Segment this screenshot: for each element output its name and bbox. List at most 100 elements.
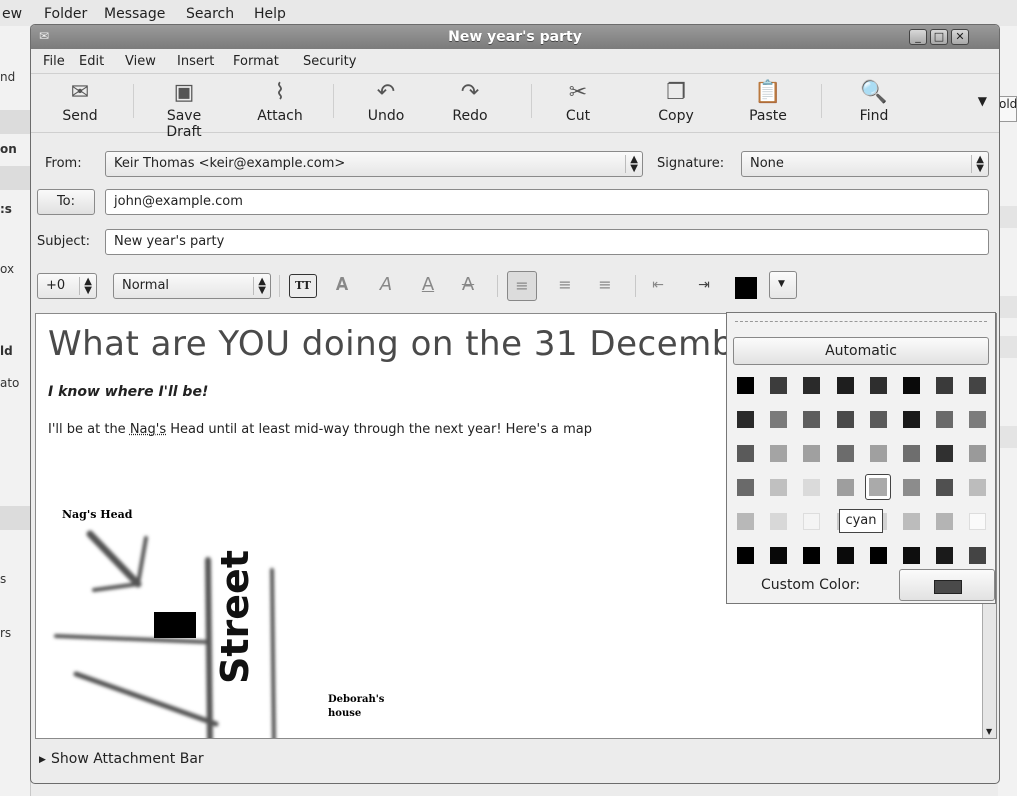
color-swatch[interactable] — [869, 445, 887, 462]
color-swatch[interactable] — [770, 479, 788, 496]
tear-off-line[interactable] — [735, 321, 987, 322]
attachment-bar-toggle[interactable]: ▶ Show Attachment Bar — [31, 745, 999, 775]
send-button[interactable]: ✉ Send — [45, 80, 115, 124]
outdent-icon[interactable]: ⇤ — [645, 271, 671, 299]
menu-insert[interactable]: Insert — [177, 54, 214, 69]
automatic-color-button[interactable]: Automatic — [733, 337, 989, 365]
color-swatch[interactable] — [869, 377, 887, 394]
align-right-icon[interactable]: ≡ — [591, 271, 619, 299]
scroll-down-arrow-icon[interactable]: ▼ — [986, 727, 992, 736]
color-swatch[interactable] — [936, 479, 954, 496]
text-size-icon[interactable]: TT — [289, 274, 317, 298]
color-swatch[interactable] — [803, 377, 821, 394]
bg-menu-search[interactable]: Search — [186, 6, 234, 22]
menu-edit[interactable]: Edit — [79, 54, 104, 69]
to-button[interactable]: To: — [37, 189, 95, 215]
color-swatch[interactable] — [836, 479, 854, 496]
color-swatch[interactable] — [869, 411, 887, 428]
color-swatch[interactable] — [936, 445, 954, 462]
color-swatch[interactable] — [936, 513, 954, 530]
color-swatch[interactable] — [903, 479, 920, 496]
color-swatch[interactable] — [903, 377, 920, 394]
color-swatch[interactable] — [969, 547, 987, 564]
color-swatch[interactable] — [803, 547, 821, 564]
color-swatch[interactable] — [936, 411, 954, 428]
maximize-button[interactable]: □ — [930, 29, 948, 45]
text-color-swatch[interactable] — [735, 277, 757, 299]
to-field[interactable]: john@example.com — [105, 189, 989, 215]
save-draft-button[interactable]: ▣ Save Draft — [149, 80, 219, 140]
indent-icon[interactable]: ⇥ — [691, 271, 717, 299]
bg-menu-folder[interactable]: Folder — [44, 6, 87, 22]
color-swatch[interactable] — [836, 547, 854, 564]
color-swatch[interactable] — [770, 377, 788, 394]
building — [154, 612, 196, 638]
color-swatch[interactable] — [936, 377, 954, 394]
color-swatch[interactable] — [836, 411, 854, 428]
color-swatch[interactable] — [903, 547, 920, 564]
bold-a-icon[interactable]: 𝐀 — [329, 271, 355, 299]
color-swatch[interactable] — [869, 547, 887, 564]
color-swatch[interactable] — [969, 411, 987, 428]
strikethrough-a-icon[interactable]: A — [455, 271, 481, 299]
bg-menu-help[interactable]: Help — [254, 6, 286, 22]
find-button[interactable]: 🔍 Find — [839, 80, 909, 124]
redo-button[interactable]: ↷ Redo — [435, 80, 505, 124]
font-size-select[interactable]: +0 ▲ ▼ — [37, 273, 97, 299]
toolbar-overflow-chevron-icon[interactable]: ▼ — [978, 94, 987, 108]
map-label-house: house — [328, 708, 361, 719]
menu-security[interactable]: Security — [303, 54, 356, 69]
paragraph-end: Head until at least mid-way through the … — [166, 422, 592, 437]
paragraph-style-select[interactable]: Normal ▲ ▼ — [113, 273, 271, 299]
color-swatch[interactable] — [836, 377, 854, 394]
color-swatch[interactable] — [969, 513, 987, 530]
color-swatch[interactable] — [803, 445, 821, 462]
title-bar[interactable]: ✉ New year's party _ □ ✕ — [31, 25, 999, 49]
italic-a-icon[interactable]: A — [373, 271, 399, 299]
align-left-icon[interactable]: ≡ — [507, 271, 537, 301]
signature-select[interactable]: None ▲ ▼ — [741, 151, 989, 177]
color-swatch[interactable] — [770, 411, 788, 428]
color-swatch[interactable] — [737, 411, 754, 428]
menu-view[interactable]: View — [125, 54, 156, 69]
copy-button[interactable]: ❐ Copy — [641, 80, 711, 124]
color-swatch[interactable] — [803, 479, 821, 496]
color-swatch[interactable] — [864, 474, 891, 500]
color-swatch[interactable] — [969, 479, 987, 496]
color-swatch[interactable] — [836, 445, 854, 462]
from-select[interactable]: Keir Thomas <keir@example.com> ▲ ▼ — [105, 151, 643, 177]
cut-button[interactable]: ✂ Cut — [543, 80, 613, 124]
color-swatch[interactable] — [903, 445, 920, 462]
menu-file[interactable]: File — [43, 54, 65, 69]
color-swatch[interactable] — [770, 547, 788, 564]
minimize-button[interactable]: _ — [909, 29, 927, 45]
subject-field[interactable]: New year's party — [105, 229, 989, 255]
color-swatch[interactable] — [737, 513, 754, 530]
menu-format[interactable]: Format — [233, 54, 279, 69]
color-dropdown-button[interactable]: ▼ — [769, 271, 797, 299]
attach-button[interactable]: ⌇ Attach — [245, 80, 315, 124]
color-swatch[interactable] — [969, 377, 987, 394]
color-swatch[interactable] — [770, 513, 788, 530]
bg-row — [0, 166, 30, 190]
color-swatch[interactable] — [803, 513, 821, 530]
color-swatch[interactable] — [737, 479, 754, 496]
color-swatch[interactable] — [903, 513, 920, 530]
color-swatch[interactable] — [969, 445, 987, 462]
undo-button[interactable]: ↶ Undo — [351, 80, 421, 124]
align-center-icon[interactable]: ≡ — [551, 271, 579, 299]
color-swatch[interactable] — [737, 547, 754, 564]
color-swatch[interactable] — [770, 445, 788, 462]
color-swatch[interactable] — [737, 377, 754, 394]
bg-menu-message[interactable]: Message — [104, 6, 165, 22]
color-swatch[interactable] — [903, 411, 920, 428]
custom-color-button[interactable] — [899, 569, 995, 601]
bg-menu-view[interactable]: ew — [2, 6, 22, 22]
close-button[interactable]: ✕ — [951, 29, 969, 45]
color-swatch[interactable] — [803, 411, 821, 428]
paste-button[interactable]: 📋 Paste — [733, 80, 803, 124]
underline-a-icon[interactable]: A — [415, 271, 441, 299]
subject-label: Subject: — [37, 234, 90, 249]
color-swatch[interactable] — [936, 547, 954, 564]
color-swatch[interactable] — [737, 445, 754, 462]
